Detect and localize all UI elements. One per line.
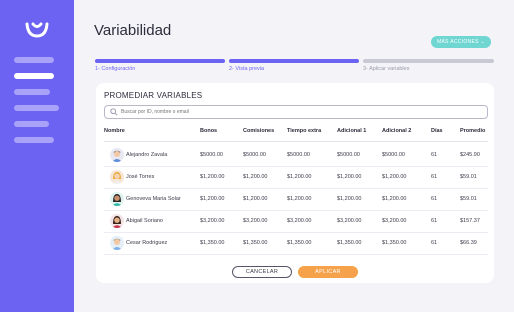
step-configuracion[interactable]: 1- Configuración [95,59,225,72]
page-title: Variabilidad [94,22,172,39]
apply-button[interactable]: APLICAR [298,266,358,278]
promedio-value: $245.90 [460,152,480,158]
search-box [104,105,488,119]
bonos-value: $1,350.00 [200,240,225,246]
employee-name: Alejandro Zavala [126,152,168,158]
tiempo-extra-value: $1,350.00 [287,240,312,246]
employee-name: Abigail Soriano [126,218,163,224]
step-bar [229,59,359,63]
sidebar-item-4[interactable] [14,105,59,111]
column-header-adicional-2[interactable]: Adicional 2 [382,128,411,134]
comisiones-value: $5000.00 [243,152,266,158]
promedio-value: $59.01 [460,174,477,180]
adicional-2-value: $1,350.00 [382,240,407,246]
bonos-value: $3,200.00 [200,218,225,224]
comisiones-value: $3,200.00 [243,218,268,224]
bonos-value: $5000.00 [200,152,223,158]
employee-name: José Torres [126,174,155,180]
adicional-1-value: $1,200.00 [337,174,362,180]
card-title: PROMEDIAR VARIABLES [104,91,203,100]
man-avatar [110,148,124,162]
column-header-dias[interactable]: Días [431,128,443,134]
woman-avatar [110,214,124,228]
dias-value: 61 [431,218,438,224]
table-row[interactable]: José Torres $1,200.00 $1,200.00 $1,200.0… [104,167,488,189]
bonos-value: $1,200.00 [200,174,225,180]
table-row[interactable]: Genoveva Maria Solar $1,200.00 $1,200.00… [104,189,488,211]
table-row[interactable]: Abigail Soriano $3,200.00 $3,200.00 $3,2… [104,211,488,233]
man-avatar [110,236,124,250]
employee-name: Genoveva Maria Solar [126,196,181,202]
dias-value: 61 [431,174,438,180]
step-label: 1- Configuración [95,66,136,72]
adicional-1-value: $1,350.00 [337,240,362,246]
adicional-1-value: $1,200.00 [337,196,362,202]
dias-value: 61 [431,196,438,202]
table-row[interactable]: Cesar Rodriguez $1,350.00 $1,350.00 $1,3… [104,233,488,255]
adicional-1-value: $5000.00 [337,152,360,158]
tiempo-extra-value: $5000.00 [287,152,310,158]
sidebar [0,0,74,312]
woman-avatar [110,170,124,184]
sidebar-item-2[interactable] [14,73,54,79]
tiempo-extra-value: $3,200.00 [287,218,312,224]
step-vista-previa[interactable]: 2- Vista previa [229,59,359,72]
step-aplicar-variables[interactable]: 3- Aplicar variables [363,59,494,72]
logo-icon [25,22,49,38]
adicional-1-value: $3,200.00 [337,218,362,224]
search-input[interactable] [121,109,481,115]
more-actions-button[interactable]: MÁS ACCIONES ⌄ [431,36,491,48]
bonos-value: $1,200.00 [200,196,225,202]
adicional-2-value: $3,200.00 [382,218,407,224]
sidebar-item-6[interactable] [14,137,54,143]
header-divider [104,141,488,142]
adicional-2-value: $5000.00 [382,152,405,158]
adicional-2-value: $1,200.00 [382,174,407,180]
tiempo-extra-value: $1,200.00 [287,174,312,180]
column-header-promedio[interactable]: Promedio [460,128,485,134]
main-content: Variabilidad MÁS ACCIONES ⌄ 1- Configura… [74,0,514,312]
comisiones-value: $1,200.00 [243,174,268,180]
adicional-2-value: $1,200.00 [382,196,407,202]
search-icon [110,108,118,116]
column-header-bonos[interactable]: Bonos [200,128,217,134]
promedio-value: $66.39 [460,240,477,246]
column-header-nombre[interactable]: Nombre [104,128,125,134]
column-header-adicional-1[interactable]: Adicional 1 [337,128,366,134]
step-bar [363,59,494,63]
promedio-value: $157.37 [460,218,480,224]
promedio-value: $59.01 [460,196,477,202]
sidebar-item-3[interactable] [14,89,50,95]
comisiones-value: $1,350.00 [243,240,268,246]
average-variables-card: PROMEDIAR VARIABLES Nombre Bonos Comisio… [96,83,494,283]
comisiones-value: $1,200.00 [243,196,268,202]
step-label: 3- Aplicar variables [363,66,410,72]
column-header-tiempo-extra[interactable]: Tiempo extra [287,128,321,134]
table-row[interactable]: Alejandro Zavala $5000.00 $5000.00 $5000… [104,145,488,167]
dias-value: 61 [431,152,438,158]
column-header-comisiones[interactable]: Comisiones [243,128,274,134]
employee-name: Cesar Rodriguez [126,240,168,246]
cancel-button[interactable]: CANCELAR [232,266,292,278]
sidebar-item-5[interactable] [14,121,49,127]
sidebar-item-1[interactable] [14,57,54,63]
woman-avatar [110,192,124,206]
step-label: 2- Vista previa [229,66,265,72]
tiempo-extra-value: $1,200.00 [287,196,312,202]
dias-value: 61 [431,240,438,246]
step-bar [95,59,225,63]
